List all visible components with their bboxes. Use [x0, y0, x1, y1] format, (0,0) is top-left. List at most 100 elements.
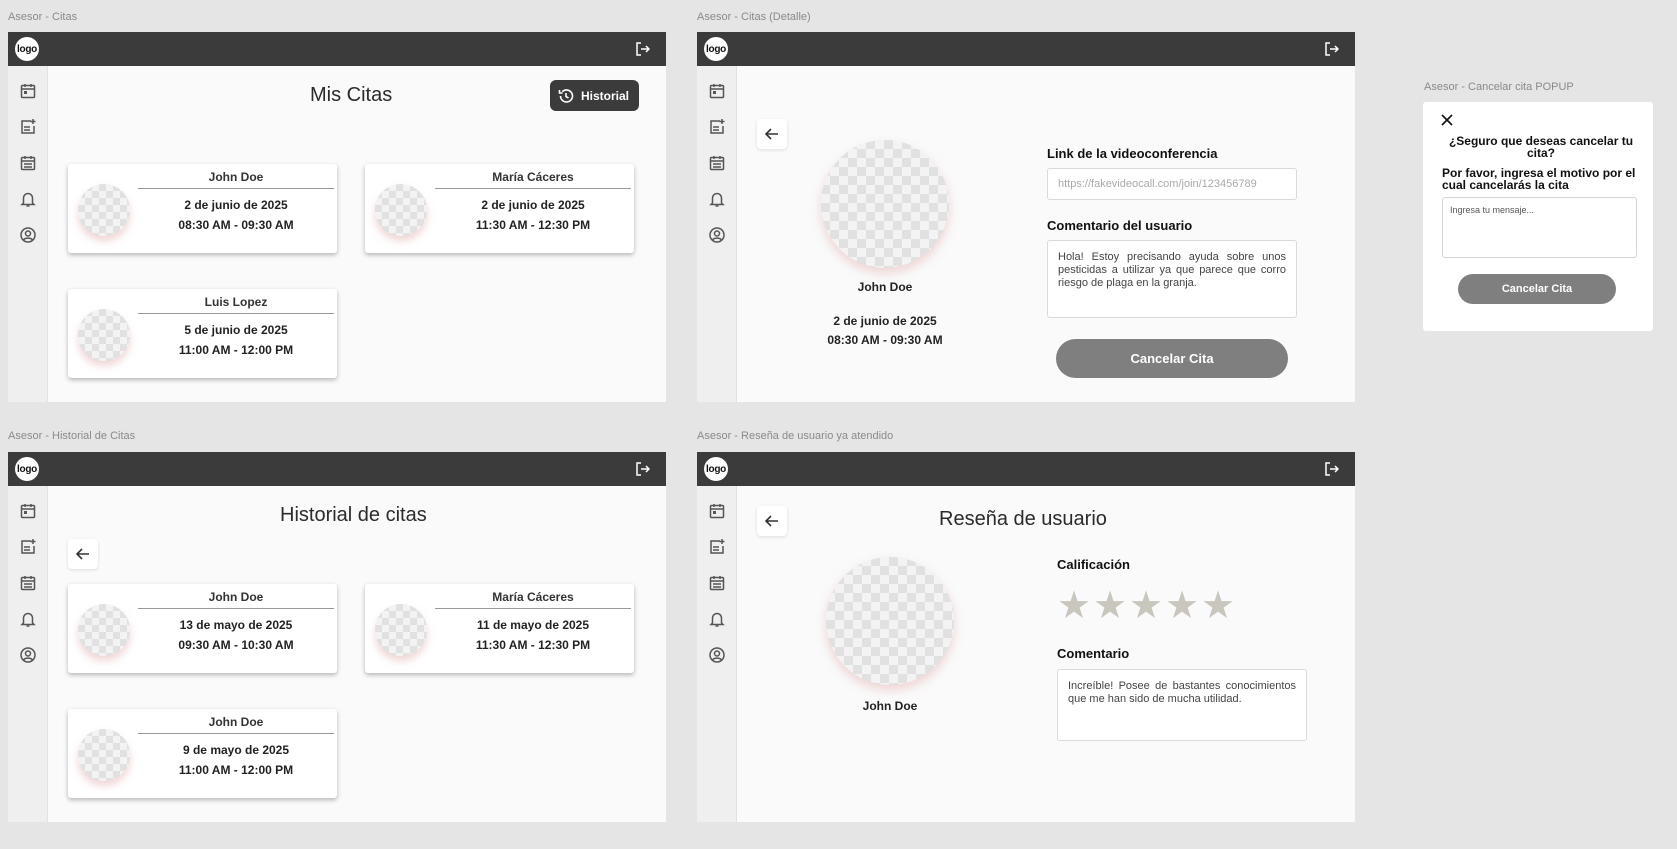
review-comment-text: Increíble! Posee de bastantes conocimien…: [1057, 669, 1307, 741]
logo[interactable]: logo: [704, 37, 728, 61]
frame-label-detalle: Asesor - Citas (Detalle): [697, 11, 811, 23]
calendar-icon[interactable]: [19, 82, 37, 100]
frame-label-citas: Asesor - Citas: [8, 11, 78, 23]
frame-historial: logo Historial de citas John Doe 13 de m…: [8, 452, 666, 822]
confirm-cancel-button[interactable]: Cancelar Cita: [1458, 274, 1616, 304]
frame-citas: logo Mis Citas Historial John Doe 2 de j…: [8, 32, 666, 402]
card-time: 09:30 AM - 10:30 AM: [178, 638, 294, 652]
user-name: John Doe: [857, 280, 913, 294]
add-note-icon[interactable]: [19, 118, 37, 136]
calendar-icon[interactable]: [19, 502, 37, 520]
star-icon: ★: [1129, 583, 1164, 627]
calendar-icon[interactable]: [708, 82, 726, 100]
bell-icon[interactable]: [19, 190, 37, 208]
logo[interactable]: logo: [15, 457, 39, 481]
appointment-card[interactable]: John Doe 2 de junio de 2025 08:30 AM - 0…: [68, 164, 337, 253]
top-bar: logo: [697, 32, 1355, 66]
historial-button[interactable]: Historial: [550, 80, 639, 111]
sidebar: [697, 486, 737, 822]
close-icon[interactable]: [1439, 112, 1455, 128]
card-time: 11:00 AM - 12:00 PM: [178, 343, 294, 357]
frame-detalle: logo John Doe 2 de junio de 2025 08:30 A…: [697, 32, 1355, 402]
appointment-card[interactable]: María Cáceres 2 de junio de 2025 11:30 A…: [365, 164, 634, 253]
history-icon: [558, 88, 574, 103]
avatar: [78, 184, 130, 236]
page-title: Historial de citas: [280, 504, 427, 526]
card-name: María Cáceres: [435, 170, 631, 189]
card-date: 13 de mayo de 2025: [179, 618, 293, 632]
user-comment-text: Hola! Estoy precisando ayuda sobre unos …: [1047, 240, 1297, 318]
avatar: [375, 184, 427, 236]
history-card[interactable]: John Doe 9 de mayo de 2025 11:00 AM - 12…: [68, 709, 337, 798]
card-date: 11 de mayo de 2025: [476, 618, 590, 632]
card-name: María Cáceres: [435, 590, 631, 609]
logout-icon[interactable]: [634, 461, 650, 477]
frame-label-popup: Asesor - Cancelar cita POPUP: [1424, 81, 1574, 93]
card-time: 11:30 AM - 12:30 PM: [475, 218, 591, 232]
content-resena: Reseña de usuario John Doe Calificación …: [737, 486, 1355, 822]
sidebar: [8, 486, 48, 822]
videoconference-link-field[interactable]: https://fakevideocall.com/join/123456789: [1047, 168, 1297, 200]
add-note-icon[interactable]: [19, 538, 37, 556]
logout-icon[interactable]: [1323, 41, 1339, 57]
arrow-left-icon: [764, 128, 778, 140]
arrow-left-icon: [75, 548, 89, 560]
calendar-grid-icon[interactable]: [708, 154, 726, 172]
cancel-appointment-button[interactable]: Cancelar Cita: [1056, 339, 1288, 378]
appointment-time: 08:30 AM - 09:30 AM: [827, 333, 943, 347]
card-date: 5 de junio de 2025: [184, 323, 288, 337]
user-circle-icon[interactable]: [708, 226, 726, 244]
logo[interactable]: logo: [15, 37, 39, 61]
user-name: John Doe: [862, 699, 918, 713]
sidebar: [8, 66, 48, 402]
frame-label-historial: Asesor - Historial de Citas: [8, 430, 136, 442]
history-card[interactable]: María Cáceres 11 de mayo de 2025 11:30 A…: [365, 584, 634, 673]
calendar-grid-icon[interactable]: [19, 574, 37, 592]
card-name: John Doe: [138, 170, 334, 189]
add-note-icon[interactable]: [708, 118, 726, 136]
calendar-grid-icon[interactable]: [19, 154, 37, 172]
back-button[interactable]: [68, 539, 98, 569]
history-card[interactable]: John Doe 13 de mayo de 2025 09:30 AM - 1…: [68, 584, 337, 673]
page-title: Mis Citas: [310, 84, 393, 106]
card-date: 2 de junio de 2025: [481, 198, 585, 212]
card-time: 11:30 AM - 12:30 PM: [475, 638, 591, 652]
star-icon: ★: [1093, 583, 1128, 627]
sidebar: [697, 66, 737, 402]
arrow-left-icon: [764, 515, 778, 527]
star-icon: ★: [1057, 583, 1092, 627]
avatar: [78, 309, 130, 361]
rating-label: Calificación: [1057, 557, 1130, 572]
content-citas: Mis Citas Historial John Doe 2 de junio …: [48, 66, 666, 402]
bell-icon[interactable]: [708, 190, 726, 208]
appointment-card[interactable]: Luis Lopez 5 de junio de 2025 11:00 AM -…: [68, 289, 337, 378]
calendar-icon[interactable]: [708, 502, 726, 520]
calendar-grid-icon[interactable]: [708, 574, 726, 592]
content-detalle: John Doe 2 de junio de 2025 08:30 AM - 0…: [737, 66, 1355, 402]
page-title: Reseña de usuario: [939, 508, 1107, 530]
star-icon: ★: [1201, 583, 1236, 627]
card-date: 9 de mayo de 2025: [182, 743, 290, 757]
avatar: [78, 604, 130, 656]
back-button[interactable]: [757, 119, 787, 149]
cancel-popup: ¿Seguro que deseas cancelar tu cita? Por…: [1423, 102, 1653, 331]
logo[interactable]: logo: [704, 457, 728, 481]
logout-icon[interactable]: [1323, 461, 1339, 477]
add-note-icon[interactable]: [708, 538, 726, 556]
content-historial: Historial de citas John Doe 13 de mayo d…: [48, 486, 666, 822]
star-icon: ★: [1165, 583, 1200, 627]
user-circle-icon[interactable]: [708, 646, 726, 664]
frame-label-resena: Asesor - Reseña de usuario ya atendido: [697, 430, 894, 442]
logout-icon[interactable]: [634, 41, 650, 57]
comment-label: Comentario: [1057, 646, 1130, 661]
historial-button-label: Historial: [581, 88, 630, 103]
avatar: [78, 729, 130, 781]
user-circle-icon[interactable]: [19, 646, 37, 664]
top-bar: logo: [8, 452, 666, 486]
user-circle-icon[interactable]: [19, 226, 37, 244]
bell-icon[interactable]: [708, 610, 726, 628]
bell-icon[interactable]: [19, 610, 37, 628]
frame-resena: logo Reseña de usuario John Doe Califica…: [697, 452, 1355, 822]
reason-textarea[interactable]: Ingresa tu mensaje...: [1442, 197, 1637, 258]
back-button[interactable]: [757, 506, 787, 536]
